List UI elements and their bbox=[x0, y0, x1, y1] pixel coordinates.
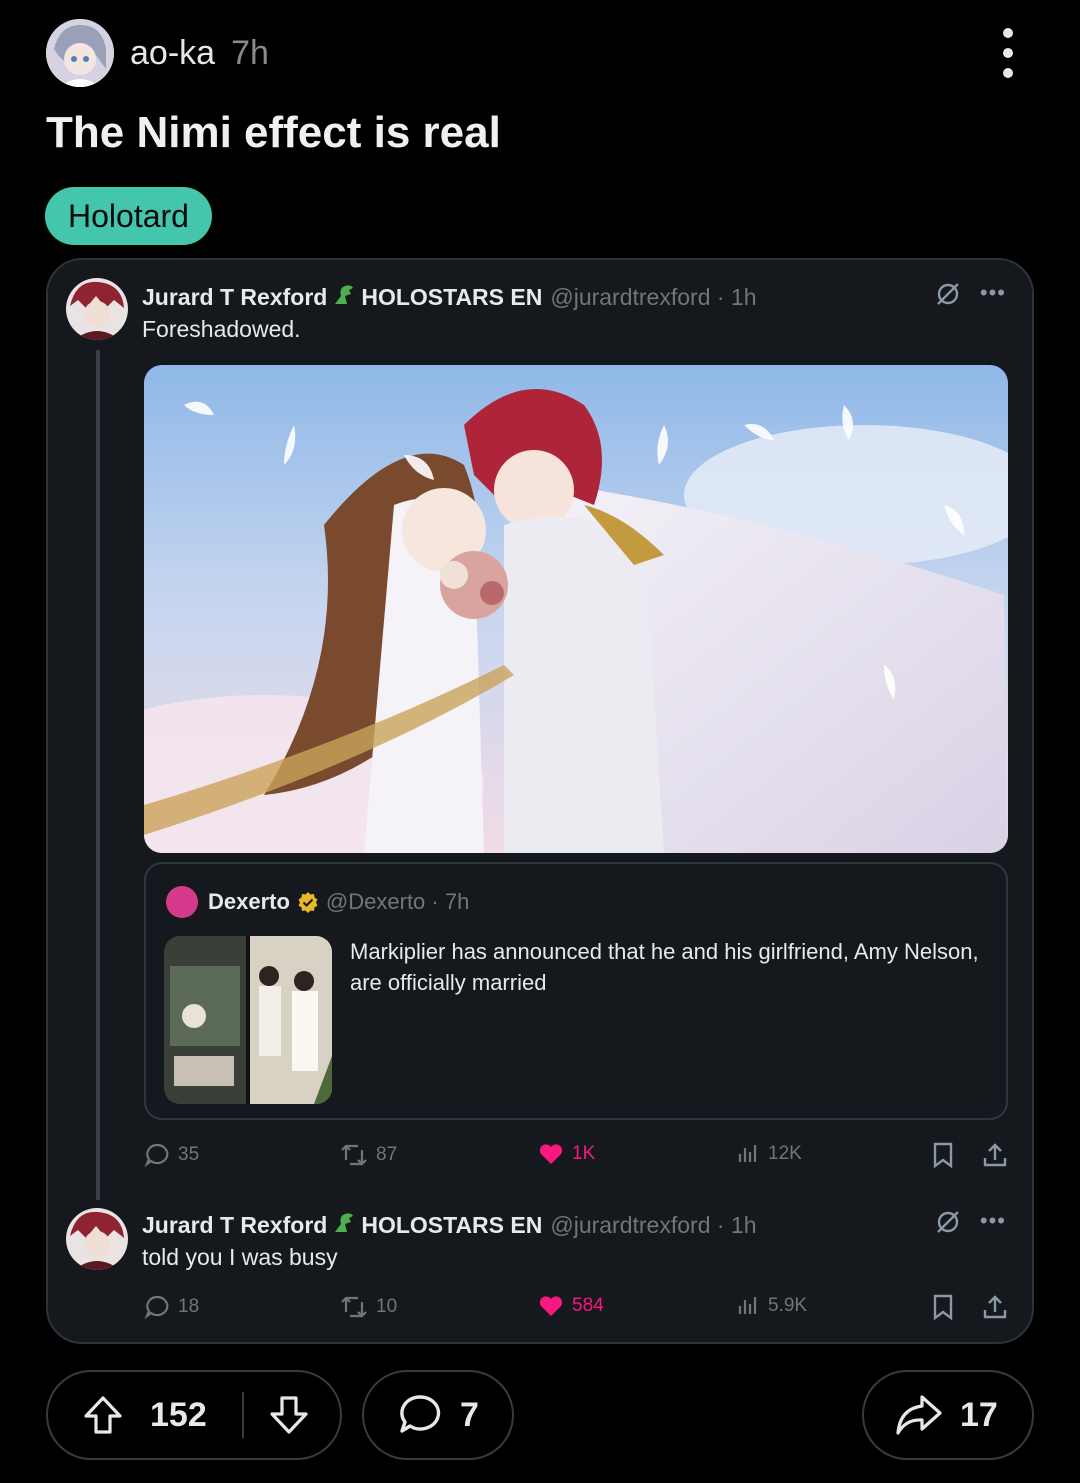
views-count: 5.9K bbox=[736, 1294, 807, 1318]
share-count: 17 bbox=[960, 1395, 998, 1434]
quoted-tweet-header: Dexerto @Dexerto · 7h bbox=[166, 886, 469, 918]
post-title[interactable]: The Nimi effect is real bbox=[46, 108, 501, 158]
retweet-icon bbox=[341, 1296, 367, 1318]
embedded-image[interactable]: Jurard T Rexford HOLOSTARS EN @jurardtre… bbox=[46, 258, 1034, 1344]
verified-badge-icon bbox=[298, 892, 318, 913]
bookmark-icon bbox=[933, 1142, 953, 1168]
tweet-actions: 35 87 1K 12K bbox=[144, 1142, 1014, 1172]
heart-icon bbox=[539, 1144, 563, 1164]
tweet-avatar bbox=[66, 1208, 128, 1270]
dexerto-logo bbox=[166, 886, 198, 918]
user-avatar[interactable] bbox=[46, 19, 114, 87]
comments-button[interactable]: 7 bbox=[362, 1370, 514, 1460]
quoted-author-name: Dexerto bbox=[208, 889, 290, 914]
grok-icon bbox=[937, 1211, 959, 1233]
views-icon bbox=[738, 1297, 757, 1314]
bookmark-icon bbox=[933, 1294, 953, 1320]
reply-icon bbox=[144, 1295, 169, 1320]
share-button[interactable]: 17 bbox=[862, 1370, 1034, 1460]
tweet-text: told you I was busy bbox=[142, 1244, 338, 1270]
comment-count: 7 bbox=[460, 1395, 479, 1434]
like-count: 584 bbox=[538, 1294, 604, 1318]
tweet-org: HOLOSTARS EN bbox=[361, 1211, 543, 1238]
tweet-header: Jurard T Rexford HOLOSTARS EN @jurardtre… bbox=[142, 1210, 757, 1240]
share-arrow-icon bbox=[896, 1395, 942, 1435]
post-time: 7h bbox=[231, 33, 269, 72]
grok-icon bbox=[937, 283, 959, 305]
views-count: 12K bbox=[736, 1142, 802, 1166]
retweet-count: 10 bbox=[340, 1294, 397, 1320]
tweet-avatar bbox=[66, 278, 128, 340]
comment-icon bbox=[400, 1395, 441, 1433]
flair-badge[interactable]: Holotard bbox=[45, 187, 212, 245]
thread-line bbox=[96, 350, 100, 1200]
views-icon bbox=[738, 1145, 757, 1162]
tweet-org: HOLOSTARS EN bbox=[361, 283, 543, 310]
vote-count: 152 bbox=[150, 1395, 207, 1434]
reply-count: 35 bbox=[144, 1142, 199, 1168]
post-header: ao-ka 7h bbox=[46, 18, 1036, 88]
dinosaur-icon bbox=[333, 282, 357, 312]
tweet-author-name: Jurard T Rexford bbox=[142, 1211, 328, 1238]
more-vertical-icon[interactable] bbox=[996, 28, 1020, 78]
heart-icon bbox=[539, 1296, 563, 1316]
retweet-icon bbox=[341, 1144, 367, 1166]
post-author[interactable]: ao-ka bbox=[130, 34, 215, 73]
reply-icon bbox=[144, 1143, 169, 1168]
vote-divider bbox=[242, 1392, 244, 1438]
retweet-count: 87 bbox=[340, 1142, 397, 1168]
tweet-handle: @jurardtrexford · 1h bbox=[550, 1211, 757, 1238]
wedding-illustration bbox=[144, 365, 1008, 853]
quoted-tweet: Dexerto @Dexerto · 7h Markiplier has ann… bbox=[144, 862, 1008, 1120]
quoted-text: Markiplier has announced that he and his… bbox=[350, 939, 979, 995]
tweet-more-icon: ••• bbox=[979, 1208, 1006, 1233]
vote-bar: 152 bbox=[46, 1370, 342, 1460]
tweet-text: Foreshadowed. bbox=[142, 316, 301, 342]
tweet-actions: 18 10 584 5.9K bbox=[144, 1294, 1014, 1324]
like-count: 1K bbox=[538, 1142, 595, 1166]
quoted-handle: @Dexerto · 7h bbox=[325, 889, 470, 914]
dinosaur-icon bbox=[333, 1210, 357, 1240]
share-upload-icon bbox=[983, 1143, 1007, 1167]
share-upload-icon bbox=[983, 1295, 1007, 1319]
tweet-header: Jurard T Rexford HOLOSTARS EN @jurardtre… bbox=[142, 282, 757, 312]
upvote-icon[interactable] bbox=[82, 1394, 124, 1436]
tweet-handle: @jurardtrexford · 1h bbox=[550, 283, 757, 310]
tweet-more-icon: ••• bbox=[979, 280, 1006, 305]
tweet-author-name: Jurard T Rexford bbox=[142, 283, 328, 310]
downvote-icon[interactable] bbox=[268, 1394, 310, 1436]
quoted-thumbnail bbox=[164, 936, 332, 1104]
reply-count: 18 bbox=[144, 1294, 199, 1320]
